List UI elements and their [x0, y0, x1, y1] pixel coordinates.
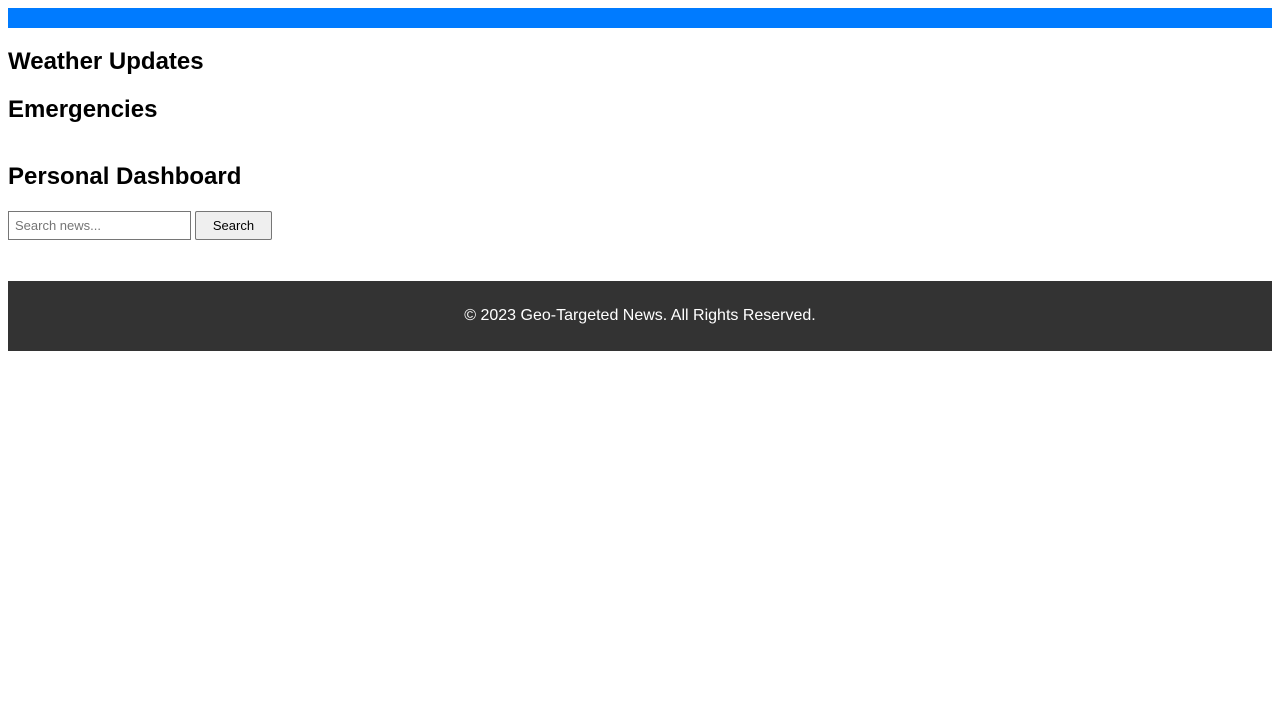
weather-updates-heading: Weather Updates	[8, 48, 204, 75]
search-form: Search	[8, 211, 1272, 240]
header-bar	[8, 8, 1272, 28]
search-input[interactable]	[8, 211, 191, 240]
footer-copyright: © 2023 Geo-Targeted News. All Rights Res…	[464, 307, 816, 324]
emergencies-heading: Emergencies	[8, 96, 158, 123]
personal-dashboard-heading: Personal Dashboard	[8, 163, 242, 190]
search-button[interactable]: Search	[195, 211, 272, 240]
footer: © 2023 Geo-Targeted News. All Rights Res…	[8, 281, 1272, 351]
page-container: Weather Updates Emergencies Personal Das…	[8, 8, 1272, 240]
